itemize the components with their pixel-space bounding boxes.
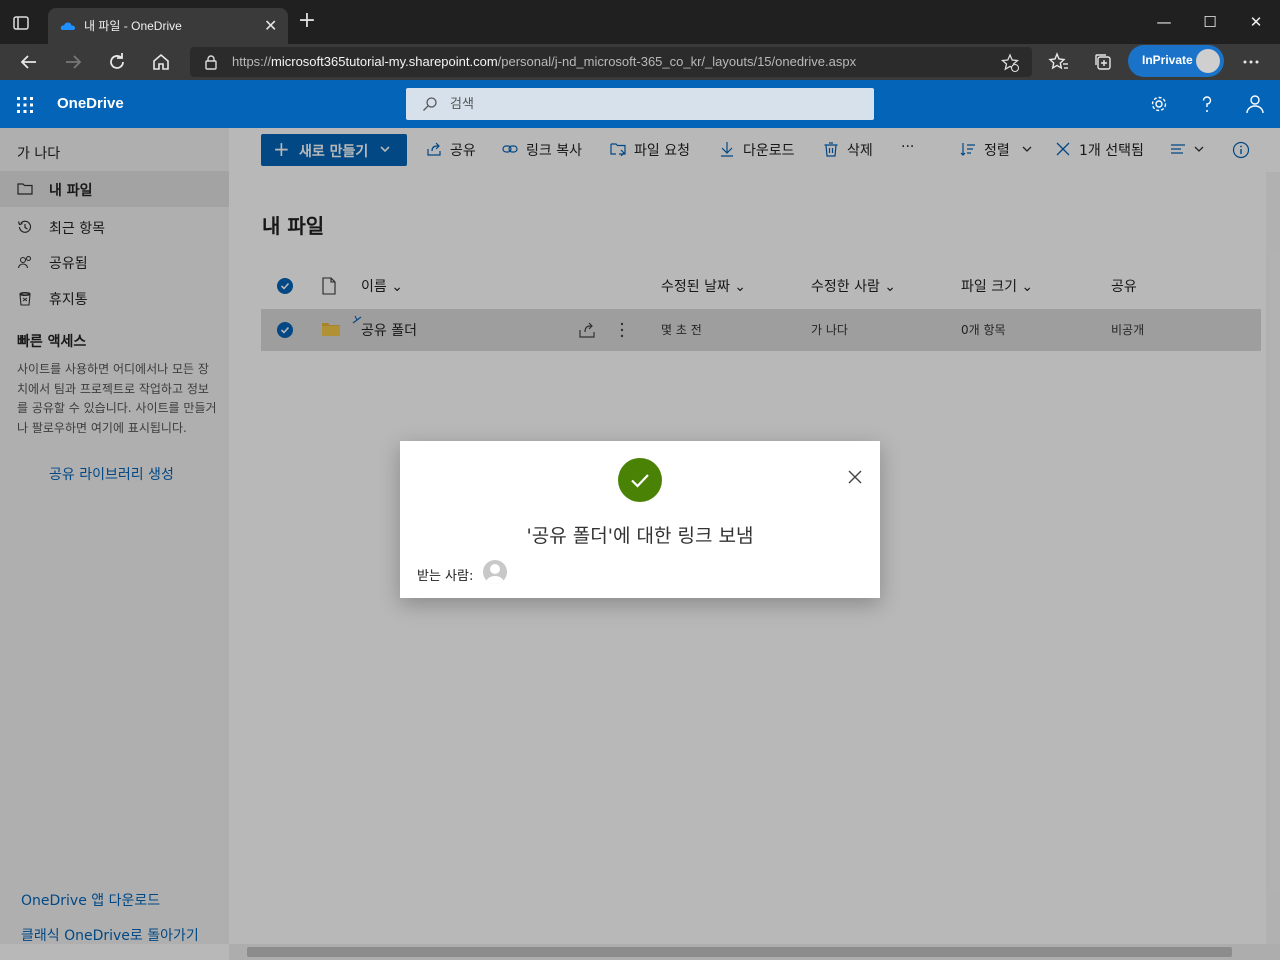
account-icon[interactable] bbox=[1245, 94, 1265, 114]
address-bar[interactable]: https://microsoft365tutorial-my.sharepoi… bbox=[190, 47, 1032, 77]
window-close-icon[interactable]: ✕ bbox=[1242, 10, 1270, 34]
link-sent-dialog: '공유 폴더'에 대한 링크 보냄 받는 사람: bbox=[400, 441, 880, 598]
app-launcher-icon[interactable] bbox=[16, 96, 34, 114]
settings-icon[interactable] bbox=[1149, 94, 1169, 114]
success-check-icon bbox=[618, 458, 662, 502]
inprivate-button[interactable]: InPrivate bbox=[1128, 45, 1224, 77]
new-tab-icon[interactable]: + bbox=[296, 10, 318, 32]
tab-actions-icon[interactable] bbox=[10, 12, 32, 34]
minimize-icon[interactable]: — bbox=[1150, 10, 1178, 34]
tab-close-icon[interactable]: ✕ bbox=[264, 16, 277, 35]
dialog-title: '공유 폴더'에 대한 링크 보냄 bbox=[526, 525, 754, 547]
browser-tab[interactable]: 내 파일 - OneDrive ✕ bbox=[48, 8, 288, 44]
refresh-icon[interactable] bbox=[105, 50, 129, 74]
help-icon[interactable] bbox=[1197, 94, 1217, 114]
home-icon[interactable] bbox=[149, 50, 173, 74]
collections-icon[interactable] bbox=[1091, 50, 1115, 74]
tab-title: 내 파일 - OneDrive bbox=[84, 19, 182, 33]
browser-toolbar: https://microsoft365tutorial-my.sharepoi… bbox=[0, 44, 1280, 80]
forward-icon[interactable] bbox=[61, 50, 85, 74]
onedrive-cloud-icon bbox=[60, 22, 75, 30]
app-title[interactable]: OneDrive bbox=[57, 95, 124, 112]
search-icon bbox=[423, 97, 437, 111]
url-text: https://microsoft365tutorial-my.sharepoi… bbox=[232, 54, 857, 69]
more-options-icon[interactable] bbox=[1239, 50, 1263, 74]
browser-titlebar: 내 파일 - OneDrive ✕ + — ☐ ✕ bbox=[0, 0, 1280, 44]
lock-icon[interactable] bbox=[204, 54, 218, 70]
favorites-icon[interactable] bbox=[1047, 50, 1071, 74]
app-header: OneDrive bbox=[0, 80, 1280, 128]
maximize-icon[interactable]: ☐ bbox=[1196, 10, 1224, 34]
recipient-avatar-icon[interactable] bbox=[483, 560, 507, 584]
inprivate-label: InPrivate bbox=[1142, 53, 1193, 67]
close-icon[interactable] bbox=[846, 468, 864, 486]
add-favorite-icon[interactable] bbox=[1000, 53, 1020, 73]
recipients-label: 받는 사람: bbox=[417, 569, 474, 584]
profile-avatar bbox=[1196, 49, 1220, 73]
back-icon[interactable] bbox=[17, 50, 41, 74]
search-box[interactable] bbox=[406, 88, 874, 120]
search-input[interactable] bbox=[450, 88, 850, 120]
